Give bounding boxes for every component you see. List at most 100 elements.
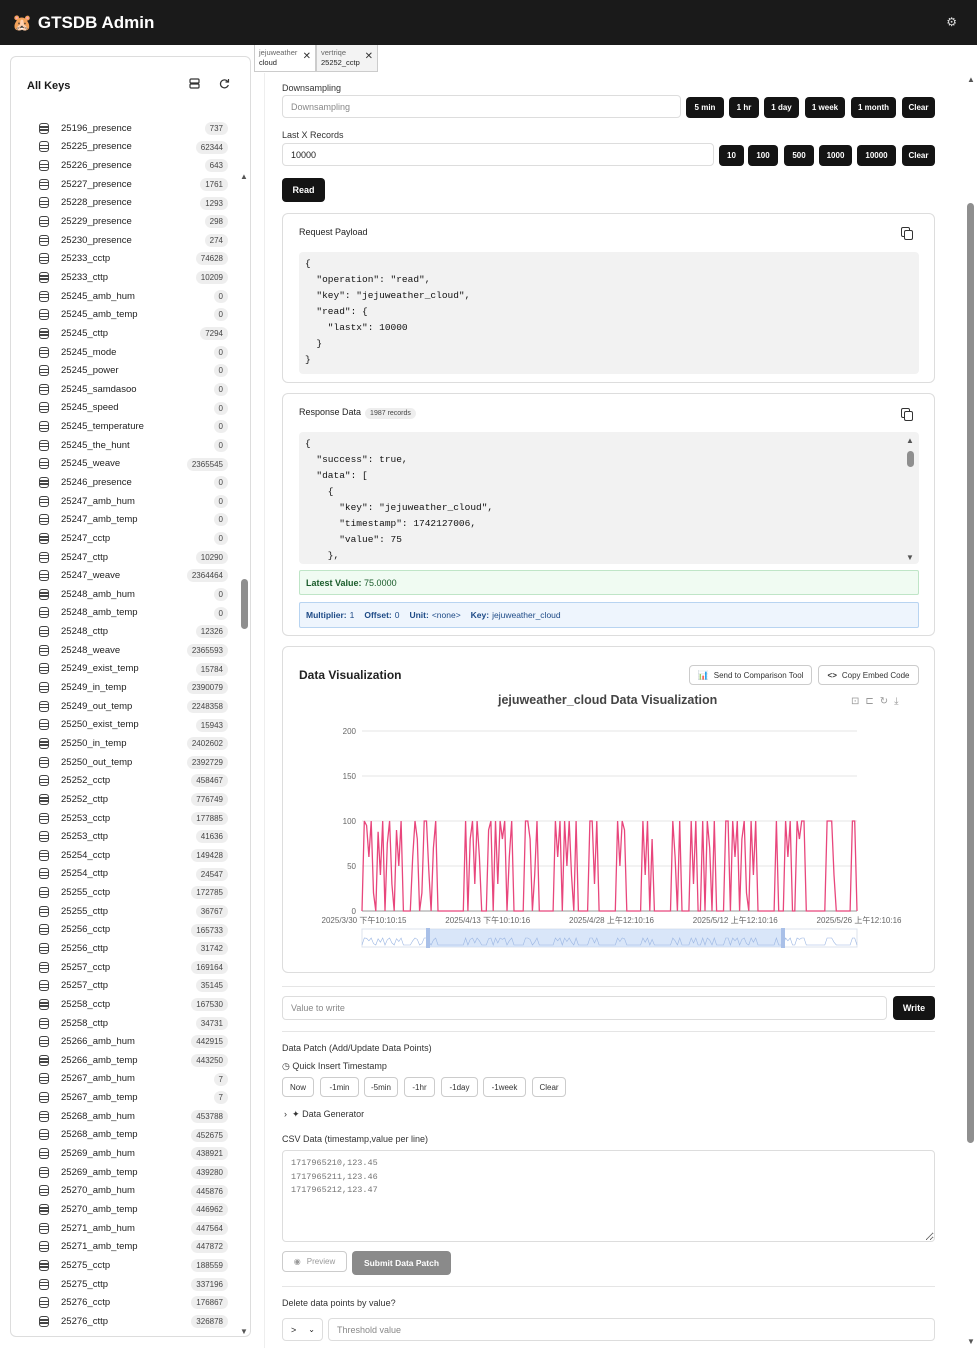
downsample-1hr-button[interactable]: 1 hr [729, 97, 759, 118]
key-item[interactable]: 25257_cctp 169164 [11, 958, 236, 977]
scroll-up-icon[interactable]: ▲ [906, 436, 914, 445]
response-scroll-thumb[interactable] [907, 451, 914, 467]
send-to-comparison-button[interactable]: 📊 Send to Comparison Tool [689, 665, 812, 685]
lastx-500-button[interactable]: 500 [784, 145, 814, 166]
key-item[interactable]: 25245_temperature 0 [11, 417, 236, 436]
key-item[interactable]: 25255_cctp 172785 [11, 883, 236, 902]
key-item[interactable]: 25249_exist_temp 15784 [11, 660, 236, 679]
downsample-1month-button[interactable]: 1 month [851, 97, 896, 118]
key-item[interactable]: 25258_cttp 34731 [11, 1014, 236, 1033]
key-item[interactable]: 25253_cctp 177885 [11, 809, 236, 828]
key-item[interactable]: 25255_cttp 36767 [11, 902, 236, 921]
threshold-input[interactable]: Threshold value [328, 1318, 935, 1341]
key-item[interactable]: 25267_amb_temp 7 [11, 1088, 236, 1107]
zoom-reset-icon[interactable]: ⊏ [865, 696, 873, 707]
key-item[interactable]: 25245_the_hunt 0 [11, 436, 236, 455]
database-list-icon[interactable] [189, 78, 200, 92]
operator-select[interactable]: > ⌄ [282, 1318, 323, 1341]
submit-data-patch-button[interactable]: Submit Data Patch [352, 1251, 451, 1275]
scroll-down-icon[interactable]: ▼ [967, 1337, 975, 1346]
read-button[interactable]: Read [282, 178, 325, 202]
key-item[interactable]: 25266_amb_hum 442915 [11, 1032, 236, 1051]
key-item[interactable]: 25245_speed 0 [11, 399, 236, 418]
key-item[interactable]: 25229_presence 298 [11, 212, 236, 231]
copy-icon[interactable] [901, 408, 913, 421]
key-item[interactable]: 25271_amb_hum 447564 [11, 1219, 236, 1238]
key-item[interactable]: 25266_amb_temp 443250 [11, 1051, 236, 1070]
refresh-icon[interactable] [219, 78, 230, 92]
gear-icon[interactable]: ⚙ [946, 15, 957, 29]
scroll-up-icon[interactable]: ▲ [240, 172, 248, 181]
key-item[interactable]: 25249_out_temp 2248358 [11, 697, 236, 716]
key-item[interactable]: 25258_cctp 167530 [11, 995, 236, 1014]
key-item[interactable]: 25250_in_temp 2402602 [11, 734, 236, 753]
scroll-up-icon[interactable]: ▲ [967, 75, 975, 84]
key-item[interactable]: 25196_presence 737 [11, 119, 236, 138]
key-item[interactable]: 25269_amb_temp 439280 [11, 1163, 236, 1182]
line-chart[interactable]: 0 50 100 150 200 2025/3/30 下午10:10:15 2025/4/1… [283, 707, 936, 967]
key-item[interactable]: 25248_cttp 12326 [11, 622, 236, 641]
key-item[interactable]: 25257_cttp 35145 [11, 976, 236, 995]
ts-5min-button[interactable]: -5min [364, 1077, 398, 1097]
downsample-clear-button[interactable]: Clear [902, 97, 935, 118]
download-icon[interactable]: ⤓ [894, 696, 898, 707]
write-value-input[interactable]: Value to write [282, 996, 887, 1020]
key-item[interactable]: 25252_cttp 776749 [11, 790, 236, 809]
write-button[interactable]: Write [893, 996, 935, 1020]
key-item[interactable]: 25245_samdasoo 0 [11, 380, 236, 399]
restore-icon[interactable]: ↻ [880, 696, 888, 707]
key-item[interactable]: 25233_cttp 10209 [11, 268, 236, 287]
key-item[interactable]: 25228_presence 1293 [11, 194, 236, 213]
key-item[interactable]: 25227_presence 1761 [11, 175, 236, 194]
key-item[interactable]: 25245_weave 2365545 [11, 455, 236, 474]
key-item[interactable]: 25270_amb_hum 445876 [11, 1182, 236, 1201]
close-icon[interactable]: ✕ [303, 52, 311, 62]
key-item[interactable]: 25245_power 0 [11, 361, 236, 380]
lastx-10-button[interactable]: 10 [719, 145, 744, 166]
sidebar-scroll-thumb[interactable] [241, 579, 248, 629]
ts-clear-button[interactable]: Clear [532, 1077, 566, 1097]
key-item[interactable]: 25271_amb_temp 447872 [11, 1237, 236, 1256]
key-item[interactable]: 25248_amb_hum 0 [11, 585, 236, 604]
key-item[interactable]: 25250_out_temp 2392729 [11, 753, 236, 772]
key-item[interactable]: 25253_cttp 41636 [11, 827, 236, 846]
copy-icon[interactable] [901, 227, 913, 240]
key-item[interactable]: 25275_cctp 188559 [11, 1256, 236, 1275]
key-item[interactable]: 25269_amb_hum 438921 [11, 1144, 236, 1163]
key-item[interactable]: 25245_amb_hum 0 [11, 287, 236, 306]
sidebar-scrollbar[interactable]: ▲ ▼ [240, 114, 250, 1336]
key-item[interactable]: 25250_exist_temp 15943 [11, 716, 236, 735]
key-item[interactable]: 25233_cctp 74628 [11, 249, 236, 268]
tab-jejuweather-cloud[interactable]: jejuweather cloud ✕ [254, 45, 316, 72]
key-item[interactable]: 25247_weave 2364464 [11, 566, 236, 585]
key-item[interactable]: 25254_cctp 149428 [11, 846, 236, 865]
csv-data-textarea[interactable] [282, 1150, 935, 1242]
key-item[interactable]: 25270_amb_temp 446962 [11, 1200, 236, 1219]
ts-1week-button[interactable]: -1week [483, 1077, 526, 1097]
key-item[interactable]: 25230_presence 274 [11, 231, 236, 250]
key-item[interactable]: 25275_cttp 337196 [11, 1275, 236, 1294]
lastx-10000-button[interactable]: 10000 [857, 145, 896, 166]
key-item[interactable]: 25248_weave 2365593 [11, 641, 236, 660]
key-item[interactable]: 25268_amb_temp 452675 [11, 1126, 236, 1145]
zoom-icon[interactable]: ⊡ [851, 696, 859, 707]
copy-embed-code-button[interactable]: <> Copy Embed Code [818, 665, 919, 685]
page-scrollbar[interactable]: ▲ ▼ [966, 73, 976, 1348]
data-generator-toggle[interactable]: › ✦ Data Generator [284, 1109, 364, 1120]
key-item[interactable]: 25276_cttp 326878 [11, 1312, 236, 1331]
key-item[interactable]: 25245_cttp 7294 [11, 324, 236, 343]
key-item[interactable]: 25256_cctp 165733 [11, 921, 236, 940]
ts-1hr-button[interactable]: -1hr [404, 1077, 435, 1097]
scroll-down-icon[interactable]: ▼ [906, 553, 914, 562]
key-item[interactable]: 25245_mode 0 [11, 343, 236, 362]
key-item[interactable]: 25246_presence 0 [11, 473, 236, 492]
preview-button[interactable]: ◉ Preview [282, 1251, 347, 1272]
lastx-100-button[interactable]: 100 [748, 145, 778, 166]
ts-1day-button[interactable]: -1day [441, 1077, 478, 1097]
key-item[interactable]: 25252_cctp 458467 [11, 771, 236, 790]
key-item[interactable]: 25248_amb_temp 0 [11, 604, 236, 623]
downsampling-input[interactable]: Downsampling [282, 95, 681, 118]
lastx-clear-button[interactable]: Clear [902, 145, 935, 166]
ts-now-button[interactable]: Now [282, 1077, 314, 1097]
downsample-1day-button[interactable]: 1 day [764, 97, 799, 118]
